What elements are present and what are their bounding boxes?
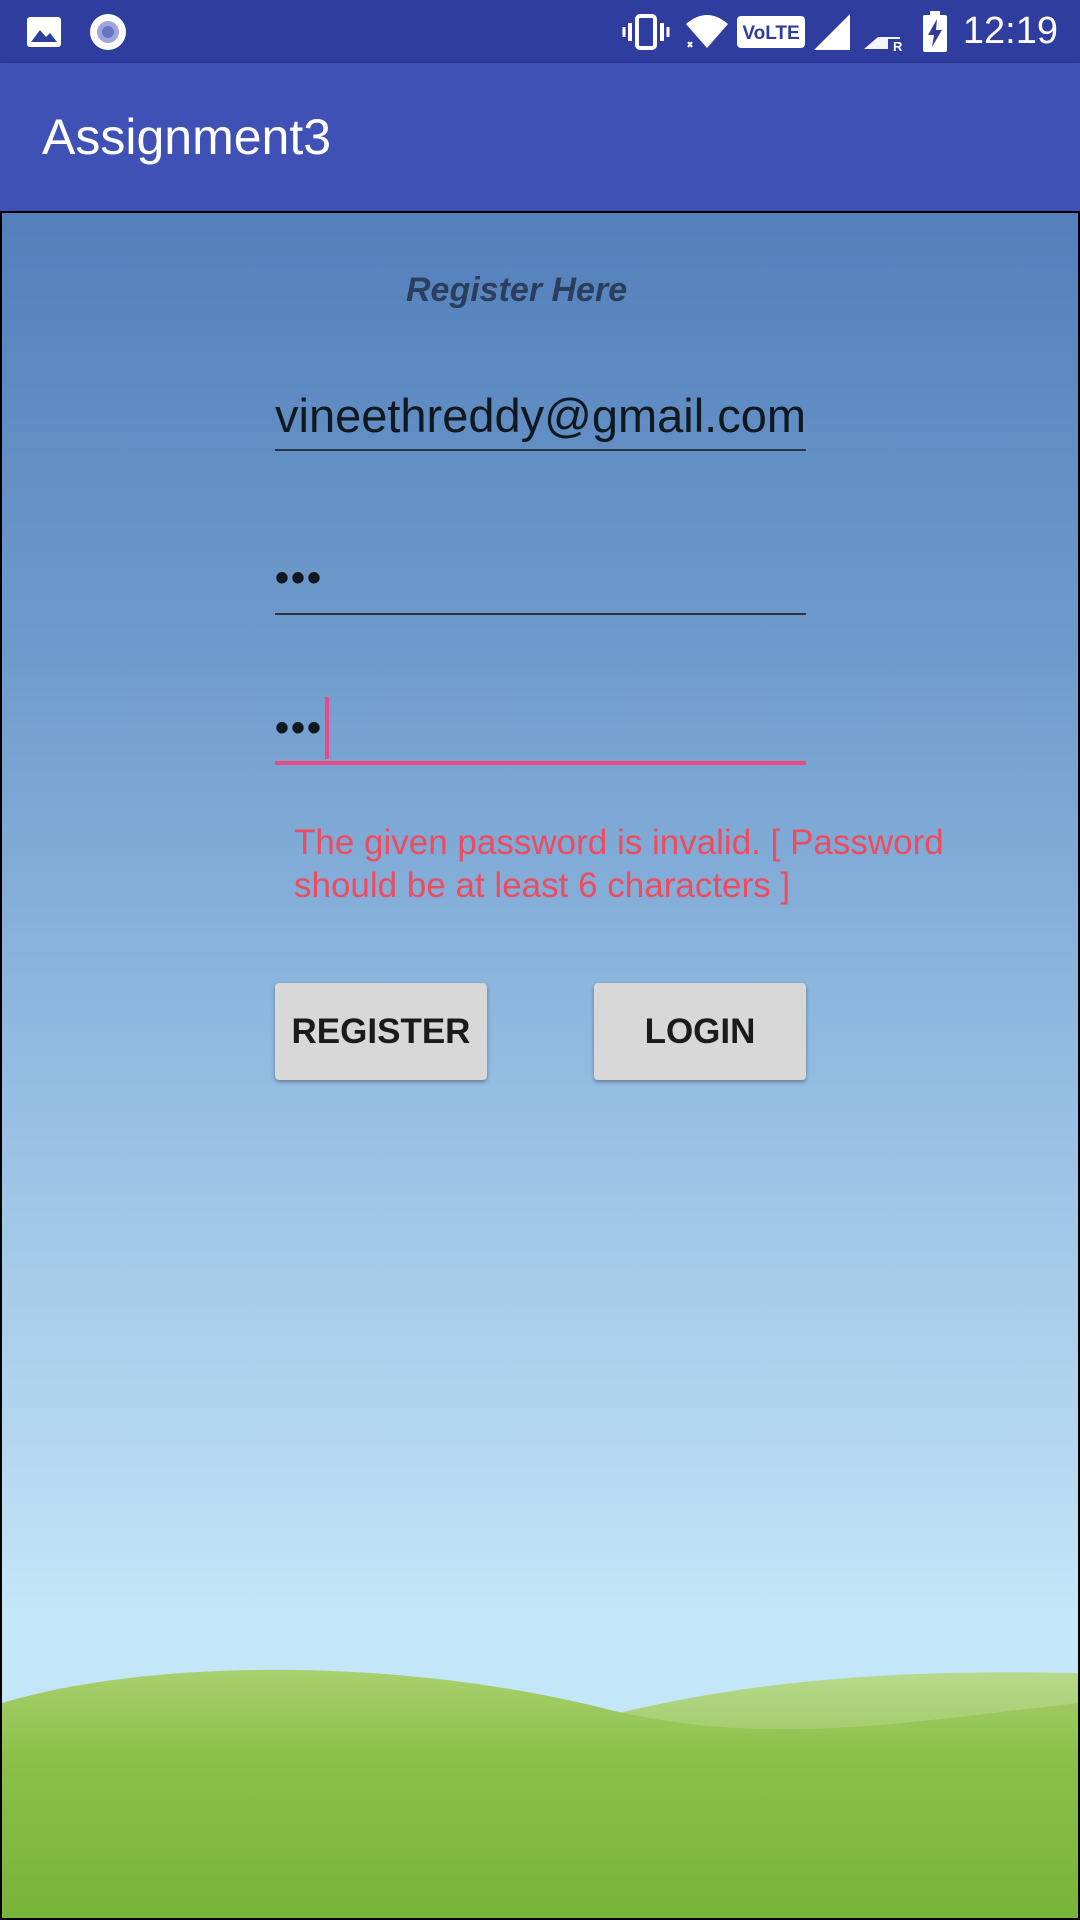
image-icon xyxy=(26,0,62,63)
password-field[interactable]: ••• xyxy=(275,541,806,615)
login-button[interactable]: LOGIN xyxy=(594,983,806,1080)
svg-text:R: R xyxy=(893,39,903,53)
app-bar: Assignment3 xyxy=(0,63,1080,211)
password-value: ••• xyxy=(275,556,324,600)
signal-roaming-icon: R xyxy=(862,0,904,63)
password-error-message: The given password is invalid. [ Passwor… xyxy=(294,823,944,905)
record-icon xyxy=(88,0,128,63)
confirm-password-field[interactable]: ••• xyxy=(275,691,806,765)
volte-icon: VoLTE xyxy=(736,0,806,63)
vibrate-icon xyxy=(622,0,670,63)
hills-background xyxy=(2,1669,1078,1918)
email-field[interactable]: vineethreddy@gmail.com xyxy=(275,381,806,451)
svg-text:VoLTE: VoLTE xyxy=(742,23,799,44)
confirm-password-value: ••• xyxy=(275,706,324,750)
register-heading: Register Here xyxy=(406,271,628,309)
battery-charging-icon xyxy=(922,0,948,63)
register-button[interactable]: REGISTER xyxy=(275,983,487,1080)
wifi-icon xyxy=(684,0,730,63)
app-title: Assignment3 xyxy=(42,109,332,165)
signal-icon xyxy=(812,0,852,63)
text-cursor xyxy=(325,697,329,759)
status-bar: VoLTE R 12:19 xyxy=(0,0,1080,63)
status-time: 12:19 xyxy=(962,10,1058,52)
register-screen: Register Here vineethreddy@gmail.com •••… xyxy=(2,213,1078,1918)
email-value: vineethreddy@gmail.com xyxy=(275,389,806,442)
